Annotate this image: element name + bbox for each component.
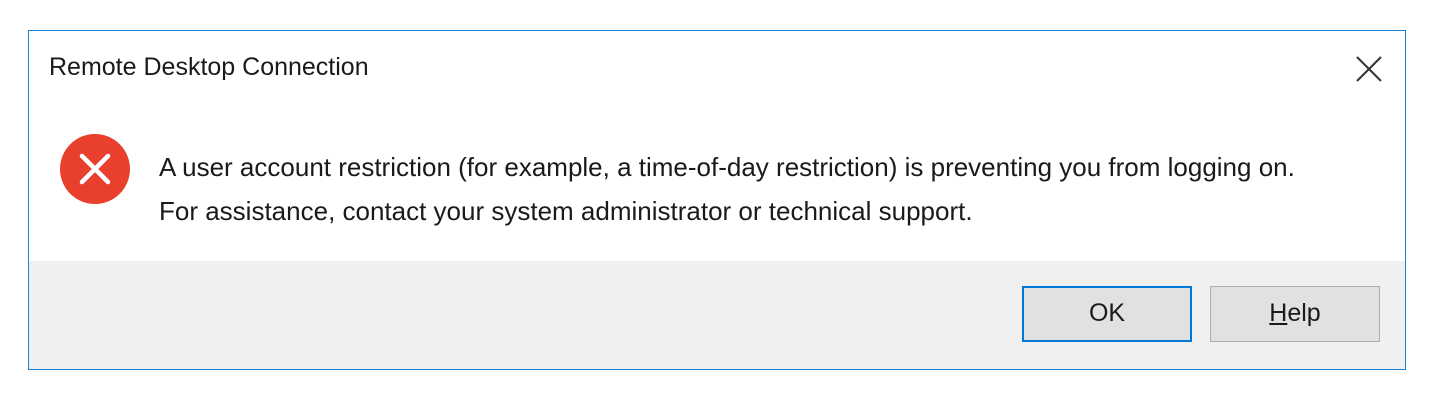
dialog-window: Remote Desktop Connection A user account… bbox=[28, 30, 1406, 370]
close-icon bbox=[1356, 56, 1382, 82]
title-bar[interactable]: Remote Desktop Connection bbox=[29, 31, 1405, 109]
ok-button[interactable]: OK bbox=[1022, 286, 1192, 342]
dialog-content: A user account restriction (for example,… bbox=[29, 109, 1405, 263]
error-message: A user account restriction (for example,… bbox=[159, 152, 1295, 226]
close-button[interactable] bbox=[1347, 47, 1391, 91]
error-icon bbox=[59, 133, 131, 205]
help-button[interactable]: Help bbox=[1210, 286, 1380, 342]
dialog-title: Remote Desktop Connection bbox=[49, 53, 369, 81]
dialog-footer: OK Help bbox=[29, 261, 1405, 369]
